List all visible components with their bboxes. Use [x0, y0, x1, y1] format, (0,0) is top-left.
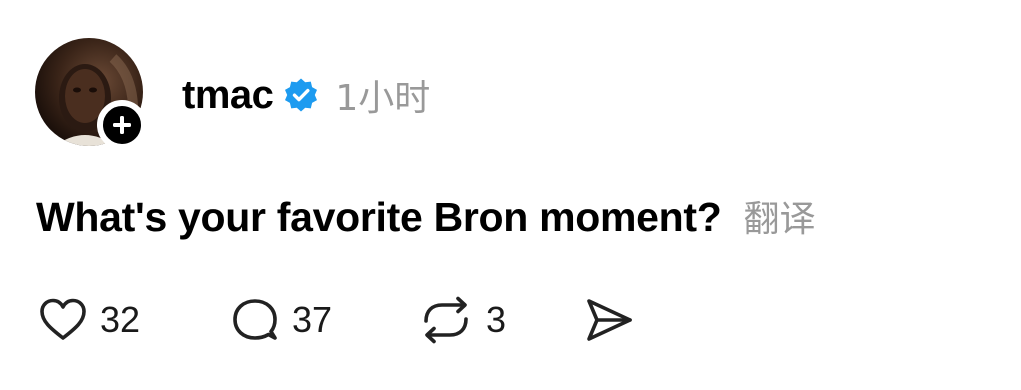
- like-count: 32: [100, 299, 141, 340]
- post-timestamp: 1小时: [335, 78, 431, 119]
- speech-bubble-icon: [233, 299, 277, 340]
- action-bar: 32 37 3: [38, 292, 678, 348]
- translate-button[interactable]: 翻译: [744, 190, 816, 242]
- post-content: What's your favorite Bron moment? 翻译: [36, 190, 816, 242]
- like-button[interactable]: 32: [38, 292, 140, 348]
- repost-button[interactable]: 3: [418, 292, 506, 348]
- send-icon: [587, 299, 632, 341]
- post-text: What's your favorite Bron moment?: [36, 194, 722, 240]
- reply-button[interactable]: 37: [230, 292, 332, 348]
- post-header: tmac 1小时: [182, 70, 430, 120]
- post: tmac 1小时 What's your favorite Bron momen…: [0, 0, 1021, 390]
- avatar-container[interactable]: [35, 38, 147, 150]
- verified-badge-icon: [285, 78, 318, 112]
- reply-count: 37: [292, 299, 333, 340]
- repost-icon: [424, 296, 468, 344]
- repost-count: 3: [486, 299, 507, 340]
- username-link[interactable]: tmac: [182, 73, 274, 118]
- plus-icon: [113, 116, 131, 134]
- follow-button[interactable]: [97, 100, 147, 150]
- share-button[interactable]: [583, 292, 635, 348]
- heart-icon: [40, 298, 86, 340]
